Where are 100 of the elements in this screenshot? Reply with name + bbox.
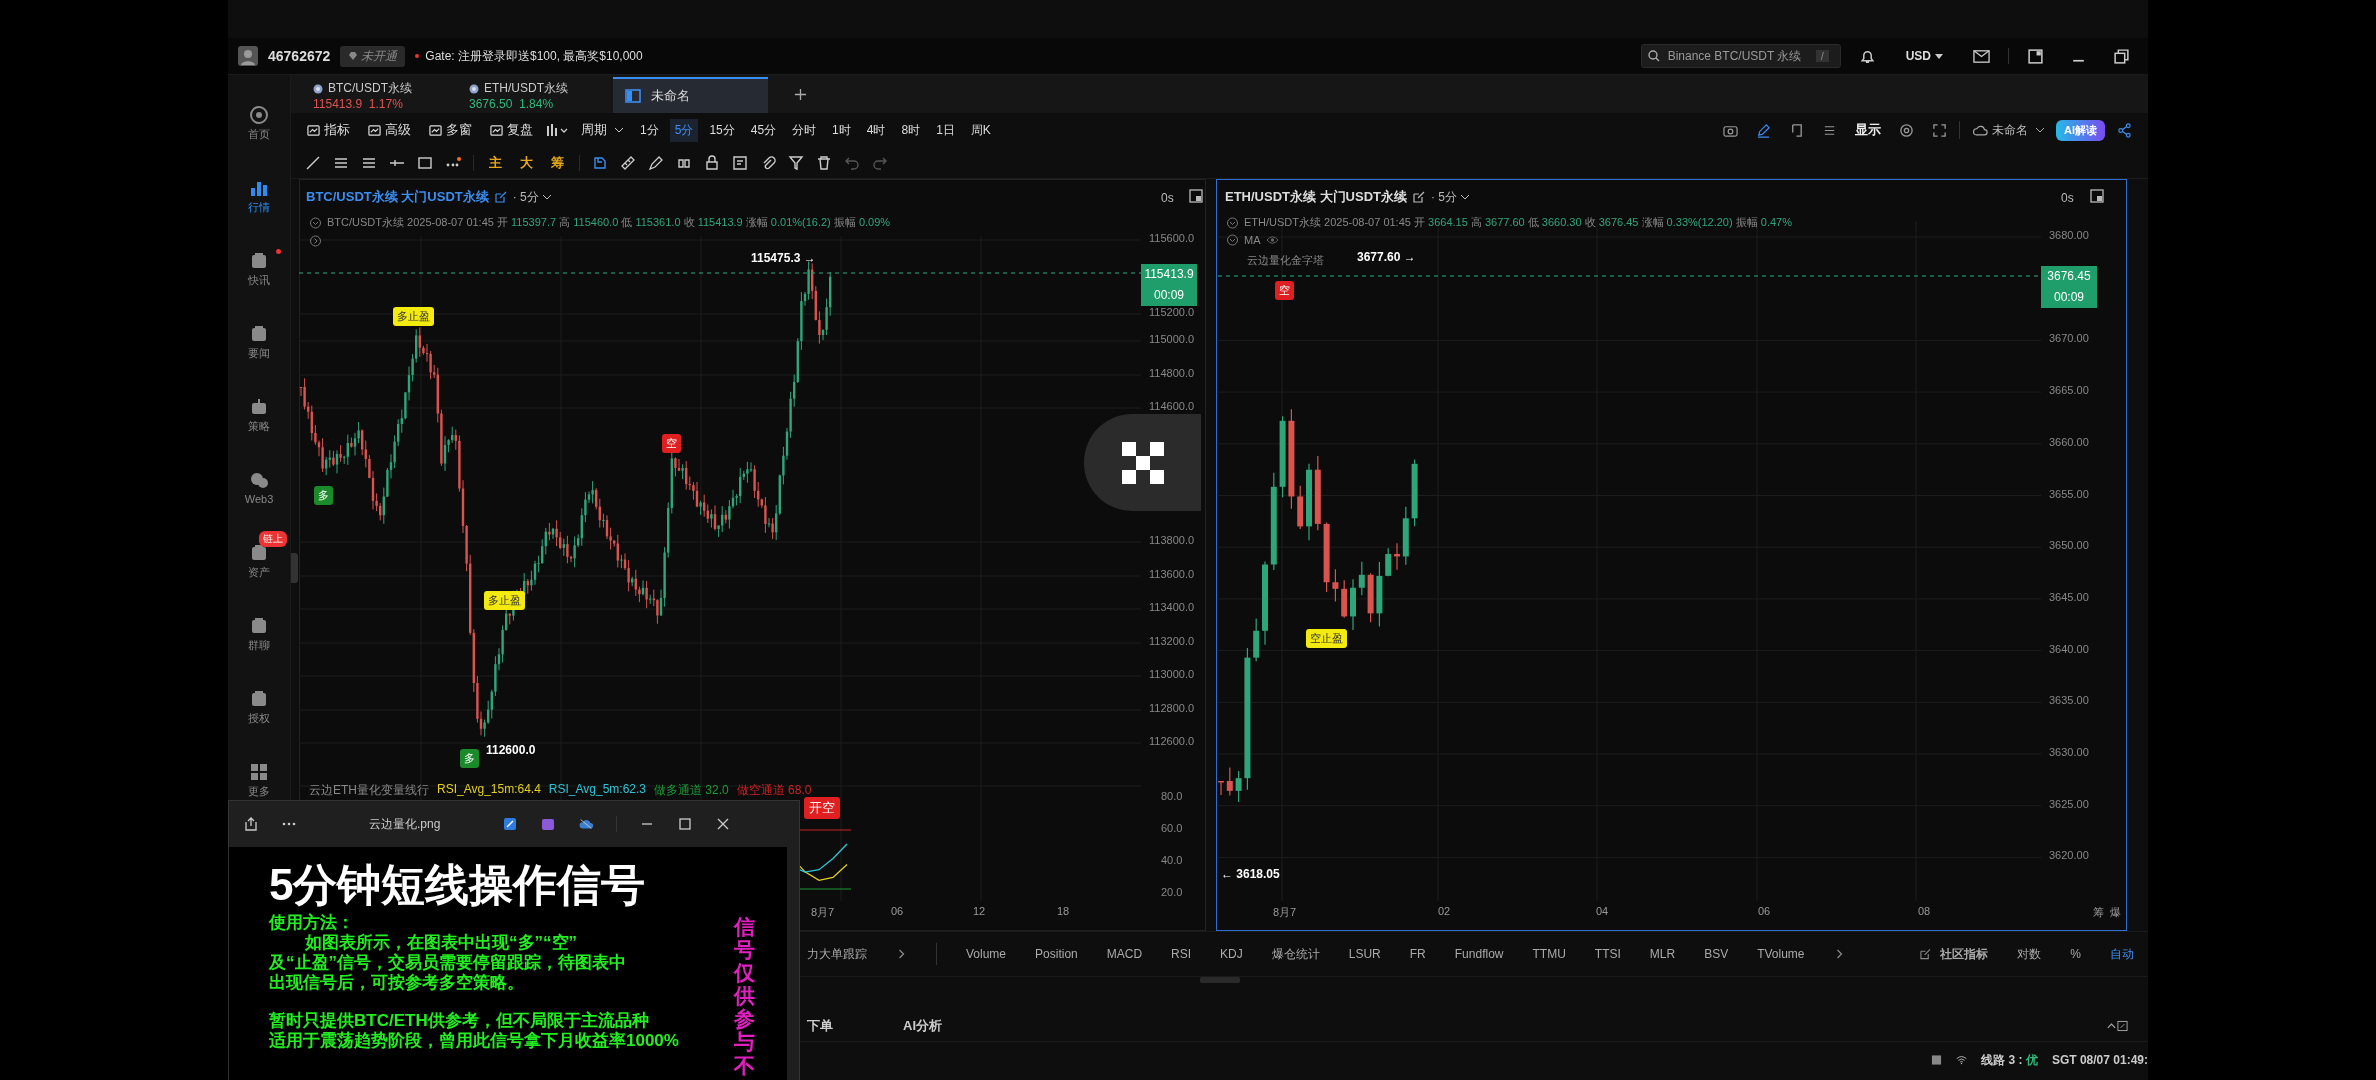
sidebar-item[interactable]: 策略	[248, 420, 270, 432]
overlay-toggle[interactable]: 筹	[548, 153, 567, 172]
toolbar-button[interactable]: 高级	[362, 121, 417, 139]
indicator-tab[interactable]: Position	[1035, 947, 1078, 961]
layout-tab[interactable]: 未命名	[613, 77, 768, 113]
period-button[interactable]: 15分	[704, 118, 740, 142]
indicator-tab[interactable]: MLR	[1649, 947, 1676, 961]
toolbar-button[interactable]: 复盘	[484, 121, 539, 139]
poster-text: 如图表所示，在图表中出现“多”“空”	[304, 933, 578, 953]
search-field[interactable]: Binance BTC/USDT 永续 /	[1640, 44, 1841, 68]
period-button[interactable]: 8时	[896, 118, 926, 142]
ohlc-readout: BTC/USDT永续 2025-08-07 01:45 开 115397.7 高 115460.0 低 115361.0 收 115413.9 涨幅 0.01%(16.2) 振幅 0.09%	[327, 215, 891, 230]
ticker-tab[interactable]: BTC/USDT永续 115413.9 1.17%	[301, 77, 449, 113]
axis-label: 3660.00	[2049, 435, 2089, 448]
axis-label: 3635.00	[2049, 694, 2089, 707]
low-price-label: ← 3618.05	[1221, 867, 1280, 881]
poster-heading: 5分钟短线操作信号	[269, 859, 647, 911]
last-price-tag: 115413.9	[1141, 264, 1197, 285]
axis-label: 08	[1918, 905, 1931, 917]
sidebar-item[interactable]: 授权	[248, 712, 270, 724]
indicator-tab[interactable]: KDJ	[1220, 947, 1243, 961]
indicator-tab[interactable]: FR	[1409, 947, 1426, 961]
axis-label: 114600.0	[1149, 400, 1195, 412]
vip-badge[interactable]: 未开通	[340, 45, 406, 67]
indicator-tab[interactable]: Volume	[966, 947, 1007, 961]
poster-text: 出现信号后，可按参考多空策略。	[269, 973, 525, 993]
signal-marker: 空止盈	[1306, 629, 1347, 648]
period-button[interactable]: 1分	[635, 118, 664, 142]
promo-text[interactable]: Gate: 注册登录即送$100, 最高奖$10,000	[425, 47, 643, 65]
sidebar-item[interactable]: 要闻	[248, 347, 270, 359]
corner-toggle[interactable]: 筹	[2093, 905, 2104, 920]
indicator-tab[interactable]: TTMU	[1532, 947, 1566, 961]
layout-save-dropdown[interactable]: 未命名	[1966, 120, 2050, 140]
axis-label: 114800.0	[1149, 367, 1195, 379]
sidebar-item[interactable]: 快讯	[248, 274, 270, 286]
indicator-name: 云边ETH量化变量线行	[309, 782, 429, 799]
ai-button[interactable]: AI解读	[2056, 119, 2105, 141]
indicator-value: RSI_Avg_15m:64.4	[437, 782, 541, 798]
signal-marker: 多止盈	[484, 591, 525, 610]
period-button[interactable]: 5分	[669, 118, 699, 142]
sidebar-item[interactable]: 首页	[248, 128, 270, 140]
period-button[interactable]: 4时	[861, 118, 891, 142]
interval-dropdown[interactable]: · 5分	[1431, 188, 1469, 206]
axis-label: 06	[1758, 905, 1771, 917]
indicator-tab[interactable]: 爆仓统计	[1271, 945, 1320, 963]
period-button[interactable]: 45分	[745, 118, 782, 142]
community-indicators-link[interactable]: 社区指标	[1940, 945, 1989, 963]
chart-title[interactable]: ETH/USDT永续 大门USDT永续	[1225, 188, 1407, 206]
display-button[interactable]: 显示	[1849, 120, 1887, 140]
axis-label: 113200.0	[1149, 635, 1195, 647]
chart-title[interactable]: BTC/USDT永续 大门USDT永续	[306, 188, 489, 206]
toolbar-button[interactable]: 多窗	[423, 121, 478, 139]
overlay-toggle[interactable]: 主	[486, 153, 505, 172]
indicator-tab[interactable]: TTSI	[1594, 947, 1621, 961]
indicator-tab[interactable]: RSI	[1171, 947, 1192, 961]
indicator-tab[interactable]: TVolume	[1757, 947, 1805, 961]
axis-label: 8月7	[1273, 905, 1297, 920]
badge-label: 链上	[259, 531, 287, 547]
axis-label: 115200.0	[1149, 306, 1195, 318]
axis-label: 3670.00	[2049, 332, 2089, 345]
ticker-tab[interactable]: ETH/USDT永续 3676.50 1.84%	[457, 77, 605, 113]
indicator-tab[interactable]: LSUR	[1348, 947, 1381, 961]
interval-dropdown[interactable]: · 5分	[512, 188, 551, 206]
scale-option[interactable]: %	[2070, 947, 2081, 961]
panel-tab[interactable]: 下单	[807, 1017, 833, 1035]
indicator-tab[interactable]: BSV	[1704, 947, 1729, 961]
period-button[interactable]: 1日	[931, 118, 960, 142]
poster-text: 使用方法：	[269, 913, 355, 933]
indicator-tab[interactable]: Fundflow	[1454, 947, 1504, 961]
toolbar-button[interactable]: 指标	[301, 121, 356, 139]
signal-marker: 开空	[804, 797, 840, 819]
axis-label: 113800.0	[1149, 534, 1195, 546]
axis-label: 20.0	[1161, 886, 1183, 898]
currency-dropdown[interactable]: USD	[1905, 49, 1943, 63]
period-button[interactable]: 周K	[965, 118, 996, 142]
sidebar-item[interactable]: 行情	[248, 201, 270, 213]
period-button[interactable]: 1时	[827, 118, 856, 142]
indicator-tab[interactable]: 力大单跟踪	[807, 945, 867, 963]
sidebar-item[interactable]: Web3	[244, 493, 274, 505]
countdown-tag: 00:09	[1141, 285, 1197, 306]
indicator-name: 云边量化金字塔	[1247, 253, 1324, 268]
axis-label: 113000.0	[1149, 668, 1195, 680]
poster-text: 及“止盈”信号，交易员需要停留跟踪，待图表中	[269, 953, 627, 973]
poster-side-note: 信号仅供参与不	[734, 914, 755, 1079]
scale-option[interactable]: 自动	[2110, 945, 2134, 963]
indicator-tab[interactable]: MACD	[1106, 947, 1143, 961]
period-dropdown[interactable]: 周期	[575, 121, 629, 139]
sidebar-item[interactable]: 群聊	[248, 639, 270, 651]
period-button[interactable]: 分时	[787, 118, 822, 142]
corner-toggle[interactable]: 爆	[2110, 905, 2121, 920]
sidebar-item[interactable]: 资产	[248, 566, 270, 578]
axis-label: 18	[1057, 905, 1070, 917]
overlay-toggle[interactable]: 大	[517, 153, 536, 172]
network-line-label[interactable]: 线路 3 : 优	[1981, 1051, 2038, 1069]
sidebar-item[interactable]: 更多	[248, 785, 270, 797]
timer-label: 0s	[2061, 191, 2074, 205]
low-price-label: 112600.0	[486, 743, 536, 757]
scale-option[interactable]: 对数	[2017, 945, 2042, 963]
axis-label: 06	[891, 905, 904, 917]
panel-tab[interactable]: AI分析	[903, 1017, 942, 1035]
